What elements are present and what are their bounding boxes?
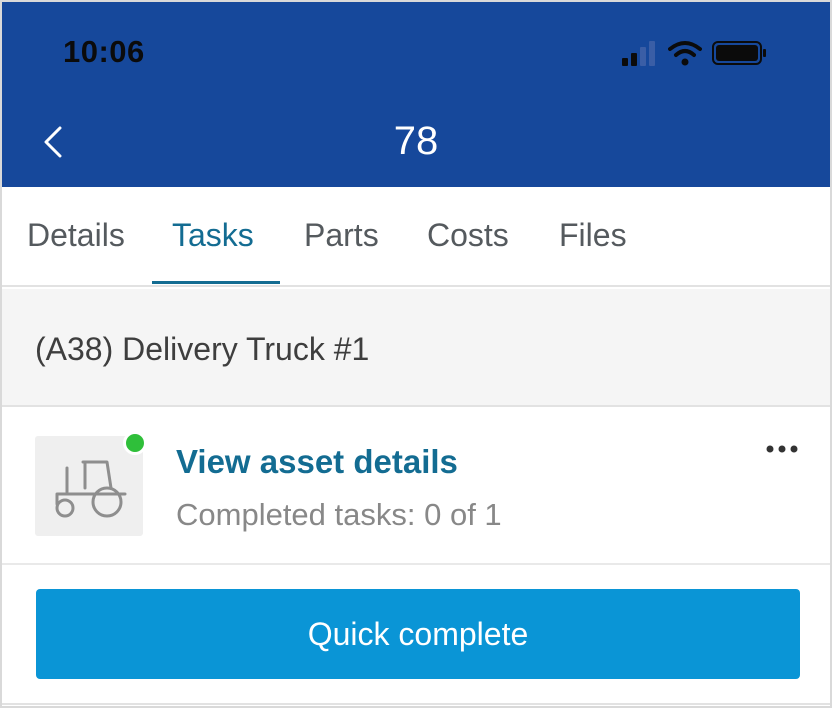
view-asset-details-link[interactable]: View asset details xyxy=(176,443,458,481)
tab-files[interactable]: Files xyxy=(559,217,627,254)
signal-icon xyxy=(622,40,658,66)
active-tab-indicator xyxy=(152,281,280,284)
completed-tasks-text: Completed tasks: 0 of 1 xyxy=(176,497,502,532)
wifi-icon xyxy=(668,40,702,66)
app-header: 10:06 78 xyxy=(2,2,830,187)
more-horizontal-icon xyxy=(762,431,802,461)
status-indicator xyxy=(123,431,147,455)
page-title: 78 xyxy=(393,119,439,163)
asset-row[interactable]: View asset details Completed tasks: 0 of… xyxy=(2,409,830,565)
tab-details[interactable]: Details xyxy=(27,217,125,254)
asset-name: (A38) Delivery Truck #1 xyxy=(35,331,370,367)
tab-bar: Details Tasks Parts Costs Files xyxy=(2,187,830,287)
status-time: 10:06 xyxy=(63,34,145,69)
app-frame: 10:06 78 Details Tasks Parts Costs Files… xyxy=(0,0,832,708)
asset-header: (A38) Delivery Truck #1 xyxy=(2,289,830,407)
divider xyxy=(2,703,830,705)
battery-icon xyxy=(712,41,768,65)
action-area: Quick complete xyxy=(2,567,830,706)
tab-costs[interactable]: Costs xyxy=(427,217,509,254)
tab-parts[interactable]: Parts xyxy=(304,217,379,254)
tab-tasks[interactable]: Tasks xyxy=(172,217,254,254)
more-options-button[interactable] xyxy=(760,431,804,461)
quick-complete-button[interactable]: Quick complete xyxy=(36,589,800,679)
